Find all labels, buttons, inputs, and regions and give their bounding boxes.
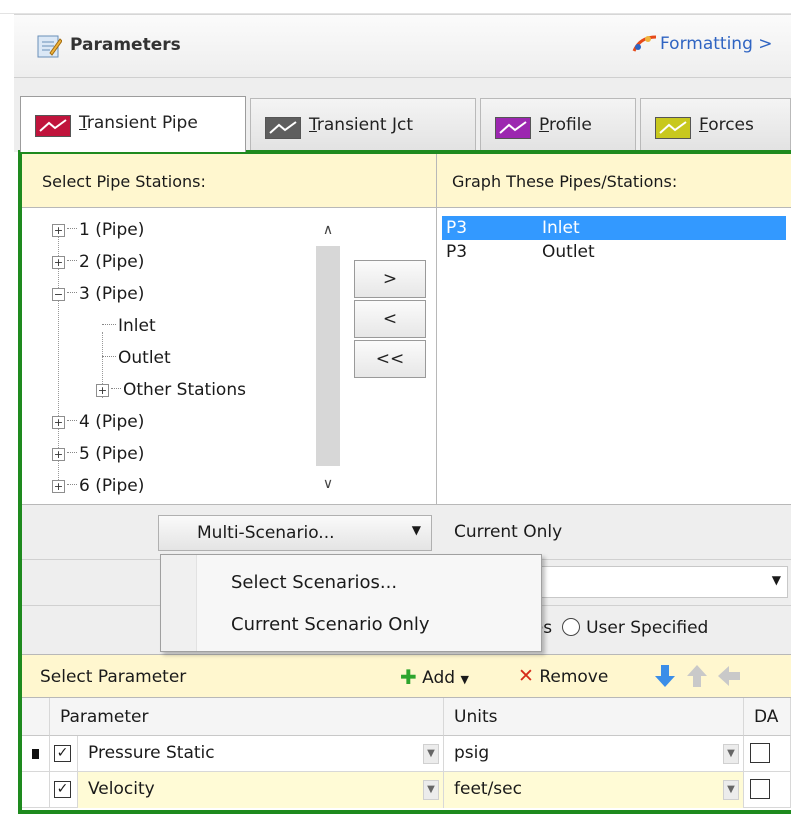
select-parameter-toolbar: Select Parameter ✚ Add ▼ ✕ Remove	[22, 654, 791, 698]
scroll-down-icon[interactable]: ∨	[320, 476, 336, 492]
table-row[interactable]: ✓ Velocity ▼ feet/sec ▼	[22, 772, 791, 808]
transient-pipe-graph-icon	[35, 115, 71, 137]
options-dropdown[interactable]: ▼	[522, 566, 788, 598]
units-cell[interactable]: feet/sec ▼	[444, 772, 744, 808]
tree-node[interactable]: +1 (Pipe)	[52, 214, 144, 246]
tab-forces[interactable]: Forces	[640, 98, 791, 152]
expand-icon[interactable]: +	[52, 448, 65, 461]
transient-pipe-panel: Select Pipe Stations: Graph These Pipes/…	[18, 150, 791, 814]
dropdown-arrow-icon[interactable]: ▼	[723, 744, 739, 764]
select-parameter-header: Select Parameter	[40, 667, 187, 687]
collapse-icon[interactable]: −	[52, 288, 65, 301]
column-header-parameter[interactable]: Parameter	[50, 698, 444, 736]
table-row[interactable]: ✓ Pressure Static ▼ psig ▼	[22, 736, 791, 772]
user-specified-radio[interactable]	[562, 618, 581, 636]
da-checkbox[interactable]	[750, 779, 770, 799]
user-specified-label: User Specified	[586, 618, 709, 638]
dropdown-arrow-icon[interactable]: ▼	[723, 780, 739, 800]
tree-node[interactable]: +4 (Pipe)	[52, 406, 144, 438]
tree-scrollbar[interactable]: ∧ ∨	[316, 214, 340, 498]
multi-scenario-dropdown[interactable]: Multi-Scenario... ▼	[158, 515, 432, 551]
scenario-menu: Select Scenarios... Current Scenario Onl…	[160, 554, 542, 652]
menu-item-select-scenarios[interactable]: Select Scenarios...	[231, 572, 397, 593]
move-left-icon[interactable]	[716, 663, 742, 689]
add-station-button[interactable]: >	[354, 260, 426, 298]
tab-profile[interactable]: Profile	[480, 98, 636, 152]
tree-node[interactable]: Outlet	[102, 342, 171, 374]
move-up-icon[interactable]	[684, 663, 710, 689]
formatting-link[interactable]: Formatting >	[632, 33, 773, 59]
row-checkbox[interactable]: ✓	[54, 781, 71, 798]
tree-node[interactable]: Inlet	[102, 310, 156, 342]
units-cell[interactable]: psig ▼	[444, 736, 744, 772]
remove-x-icon: ✕	[518, 665, 534, 687]
parameter-cell[interactable]: Velocity ▼	[78, 772, 444, 808]
row-indicator	[22, 736, 50, 772]
scroll-up-icon[interactable]: ∧	[320, 222, 336, 238]
panel-title: Parameters	[70, 35, 181, 55]
column-header-da[interactable]: DA	[744, 698, 791, 736]
plus-icon: ✚	[400, 665, 417, 689]
dropdown-arrow-icon: ▼	[411, 523, 421, 537]
expand-icon[interactable]: +	[52, 480, 65, 493]
parameter-cell[interactable]: Pressure Static ▼	[78, 736, 444, 772]
tab-bar: Transient Pipe Transient Jct Profile For…	[14, 78, 791, 152]
tab-transient-pipe[interactable]: Transient Pipe	[20, 96, 246, 152]
row-checkbox[interactable]: ✓	[54, 745, 71, 762]
remove-station-button[interactable]: <	[354, 300, 426, 338]
da-checkbox[interactable]	[750, 743, 770, 763]
menu-item-current-scenario-only[interactable]: Current Scenario Only	[231, 614, 430, 635]
dropdown-arrow-icon[interactable]: ▼	[423, 744, 439, 764]
transient-jct-graph-icon	[265, 117, 301, 139]
tree-node[interactable]: +5 (Pipe)	[52, 438, 144, 470]
expand-icon[interactable]: +	[52, 256, 65, 269]
remove-parameter-button[interactable]: ✕ Remove	[518, 665, 608, 687]
profile-graph-icon	[495, 117, 531, 139]
dropdown-arrow-icon[interactable]: ▼	[423, 780, 439, 800]
scenario-row: Multi-Scenario... ▼ Current Only	[22, 504, 791, 560]
add-parameter-button[interactable]: ✚ Add ▼	[400, 665, 469, 689]
tab-label: Profile	[539, 115, 592, 135]
graph-pipes-header: Graph These Pipes/Stations:	[452, 172, 678, 191]
scrollbar-thumb[interactable]	[316, 246, 340, 466]
tab-label: Transient Pipe	[79, 113, 198, 133]
top-strip	[0, 0, 791, 14]
list-item[interactable]: P3 Outlet	[442, 240, 786, 264]
tab-label: Transient Jct	[309, 115, 413, 135]
dropdown-arrow-icon: ▼	[771, 573, 781, 587]
parameters-header: Parameters Formatting >	[14, 14, 791, 78]
formatting-icon	[632, 35, 657, 52]
current-scenario-value: Current Only	[454, 522, 563, 542]
list-item[interactable]: P3 Inlet	[442, 216, 786, 240]
formatting-label: Formatting >	[660, 34, 773, 54]
tree-node[interactable]: −3 (Pipe)	[52, 278, 144, 310]
expand-icon[interactable]: +	[52, 224, 65, 237]
expand-icon[interactable]: +	[52, 416, 65, 429]
tab-transient-jct[interactable]: Transient Jct	[250, 98, 476, 152]
expand-icon[interactable]: +	[96, 384, 109, 397]
forces-graph-icon	[655, 117, 691, 139]
tree-node[interactable]: +6 (Pipe)	[52, 470, 144, 502]
tree-node[interactable]: +2 (Pipe)	[52, 246, 144, 278]
tab-label: Forces	[699, 115, 754, 135]
dropdown-arrow-icon: ▼	[460, 673, 469, 686]
move-down-icon[interactable]	[652, 663, 678, 689]
column-header-units[interactable]: Units	[444, 698, 744, 736]
parameters-icon	[37, 35, 62, 58]
stations-header-row: Select Pipe Stations: Graph These Pipes/…	[22, 154, 791, 208]
remove-all-stations-button[interactable]: <<	[354, 340, 426, 378]
tree-node[interactable]: + Other Stations	[96, 374, 246, 406]
select-stations-header: Select Pipe Stations:	[42, 172, 206, 191]
